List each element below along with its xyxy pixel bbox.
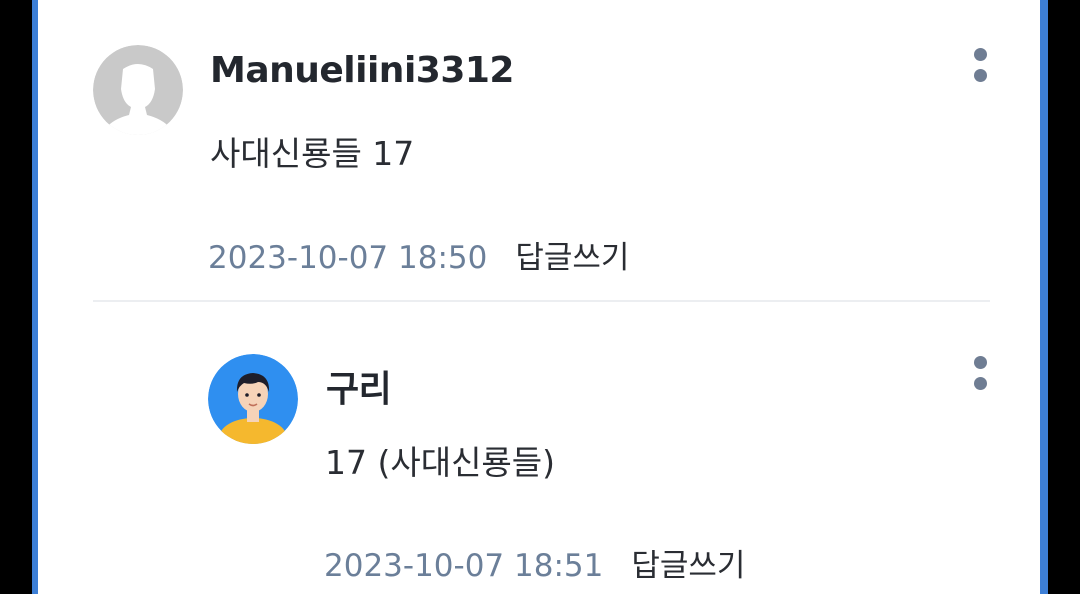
comment-timestamp: 2023-10-07 18:51: [324, 548, 604, 584]
comment-text: 사대신룡들 17: [210, 134, 415, 173]
menu-dot: [974, 69, 987, 82]
menu-dot: [974, 356, 987, 369]
comment-meta: 2023-10-07 18:51 답글쓰기: [324, 540, 745, 585]
screen: Manueliini3312 사대신룡들 17 2023-10-07 18:50…: [0, 0, 1080, 594]
reply-comment-item: 구리 17 (사대신룡들) 2023-10-07 18:51 답글쓰기: [38, 302, 1040, 594]
comment-author[interactable]: Manueliini3312: [210, 50, 514, 91]
comments-panel: Manueliini3312 사대신룡들 17 2023-10-07 18:50…: [38, 0, 1040, 594]
menu-dot: [974, 48, 987, 61]
comment-timestamp: 2023-10-07 18:50: [208, 240, 488, 276]
comment-item: Manueliini3312 사대신룡들 17 2023-10-07 18:50…: [38, 0, 1040, 300]
menu-dot: [974, 377, 987, 390]
more-vertical-icon[interactable]: [966, 44, 996, 94]
comment-text: 17 (사대신룡들): [325, 443, 556, 482]
reply-button[interactable]: 답글쓰기: [631, 548, 745, 584]
default-user-silhouette-icon[interactable]: [93, 45, 183, 135]
reply-button[interactable]: 답글쓰기: [515, 240, 629, 276]
cartoon-boy-avatar-icon[interactable]: [208, 354, 298, 444]
comment-author[interactable]: 구리: [326, 360, 392, 412]
more-vertical-icon[interactable]: [966, 352, 996, 402]
comment-meta: 2023-10-07 18:50 답글쓰기: [208, 232, 629, 277]
